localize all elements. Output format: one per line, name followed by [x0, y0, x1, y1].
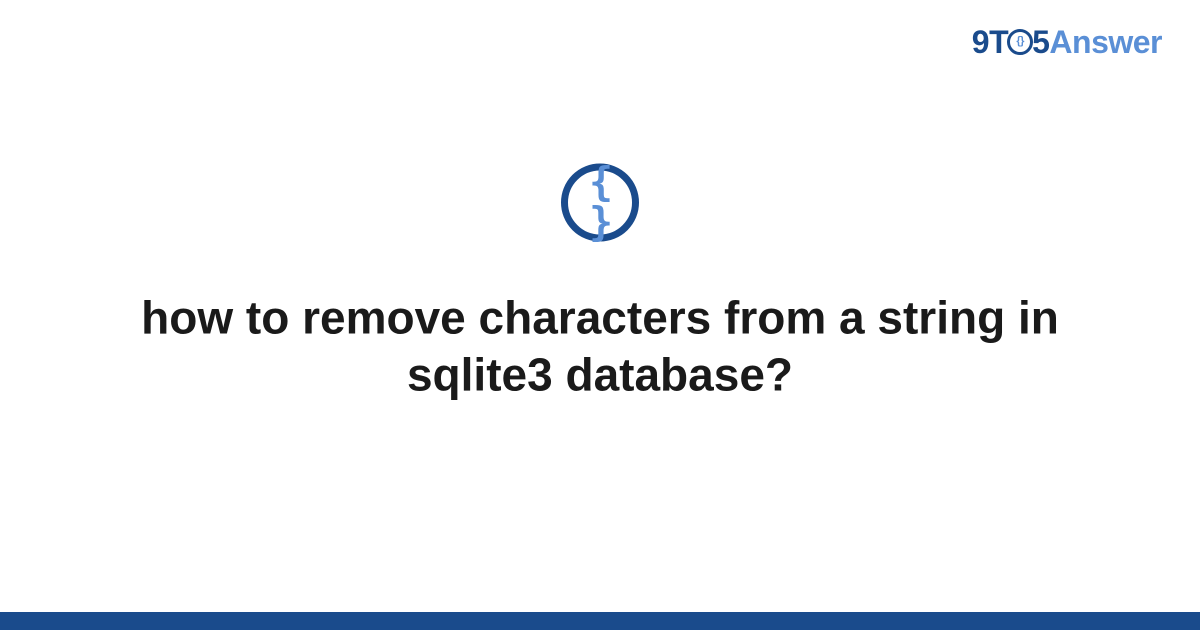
code-braces-icon: { } [561, 163, 639, 241]
logo-text-answer: Answer [1049, 24, 1162, 60]
footer-bar [0, 612, 1200, 630]
logo-o-inner-braces: {} [1016, 36, 1024, 47]
braces-glyph: { } [568, 162, 632, 242]
site-logo: 9T {} 5Answer [972, 24, 1162, 61]
logo-o-icon: {} [1007, 29, 1033, 55]
logo-text-9t: 9T [972, 24, 1008, 60]
question-title: how to remove characters from a string i… [110, 289, 1090, 404]
main-content: { } how to remove characters from a stri… [0, 163, 1200, 404]
logo-text-5: 5 [1032, 24, 1049, 60]
